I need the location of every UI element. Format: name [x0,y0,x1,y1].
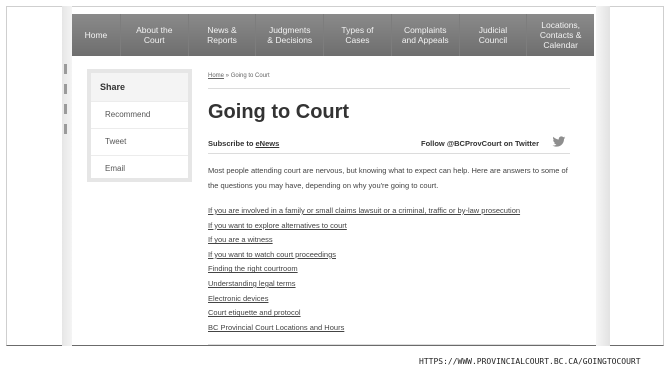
share-email-link[interactable]: Email [91,155,188,182]
share-recommend-link[interactable]: Recommend [91,101,188,128]
share-tweet-link[interactable]: Tweet [91,128,188,155]
link-electronic-devices[interactable]: Electronic devices [208,292,520,307]
edge-mark [64,124,67,134]
nav-about-the-court[interactable]: About the Court [121,14,189,56]
breadcrumb-divider [208,88,570,89]
link-legal-terms[interactable]: Understanding legal terms [208,277,520,292]
share-heading: Share [91,73,188,101]
nav-types-of-cases[interactable]: Types of Cases [324,14,392,56]
nav-news-reports[interactable]: News & Reports [189,14,257,56]
link-court-etiquette[interactable]: Court etiquette and protocol [208,306,520,321]
source-url-caption: HTTPS://WWW.PROVINCIALCOURT.BC.CA/GOINGT… [419,357,641,366]
twitter-bird-icon[interactable] [552,136,566,148]
page-title: Going to Court [208,101,350,123]
edge-mark [64,104,67,114]
link-finding-courtroom[interactable]: Finding the right courtroom [208,262,520,277]
breadcrumb-separator: » [224,73,231,79]
subscribe-prefix: Subscribe to [208,139,256,148]
link-watch-proceedings[interactable]: If you want to watch court proceedings [208,248,520,263]
nav-judgments-decisions[interactable]: Judgments & Decisions [256,14,325,56]
nav-complaints-appeals[interactable]: Complaints and Appeals [392,14,460,56]
edge-mark [64,64,67,74]
link-witness[interactable]: If you are a witness [208,233,520,248]
breadcrumb: Home » Going to Court [208,73,270,79]
page-right-edge [596,6,610,346]
nav-locations-contacts-calendar[interactable]: Locations, Contacts & Calendar [527,14,594,56]
breadcrumb-home-link[interactable]: Home [208,73,224,79]
edge-mark [64,84,67,94]
link-alternatives-to-court[interactable]: If you want to explore alternatives to c… [208,219,520,234]
link-family-small-claims-criminal[interactable]: If you are involved in a family or small… [208,204,520,219]
enews-link[interactable]: eNews [256,139,280,148]
breadcrumb-current: Going to Court [230,73,270,79]
question-links: If you are involved in a family or small… [208,204,520,335]
link-locations-hours[interactable]: BC Provincial Court Locations and Hours [208,321,520,336]
nav-judicial-council[interactable]: Judicial Council [460,14,528,56]
nav-home[interactable]: Home [72,14,121,56]
follow-twitter-link[interactable]: Follow @BCProvCourt on Twitter [421,139,539,148]
page-left-edge [62,6,72,346]
main-nav: Home About the Court News & Reports Judg… [72,14,594,56]
bottom-divider [208,344,570,345]
subscribe-divider [208,153,570,154]
subscribe-line: Subscribe to eNews [208,139,279,148]
intro-paragraph: Most people attending court are nervous,… [208,166,568,190]
share-sidebar: Share Recommend Tweet Email [87,69,192,182]
